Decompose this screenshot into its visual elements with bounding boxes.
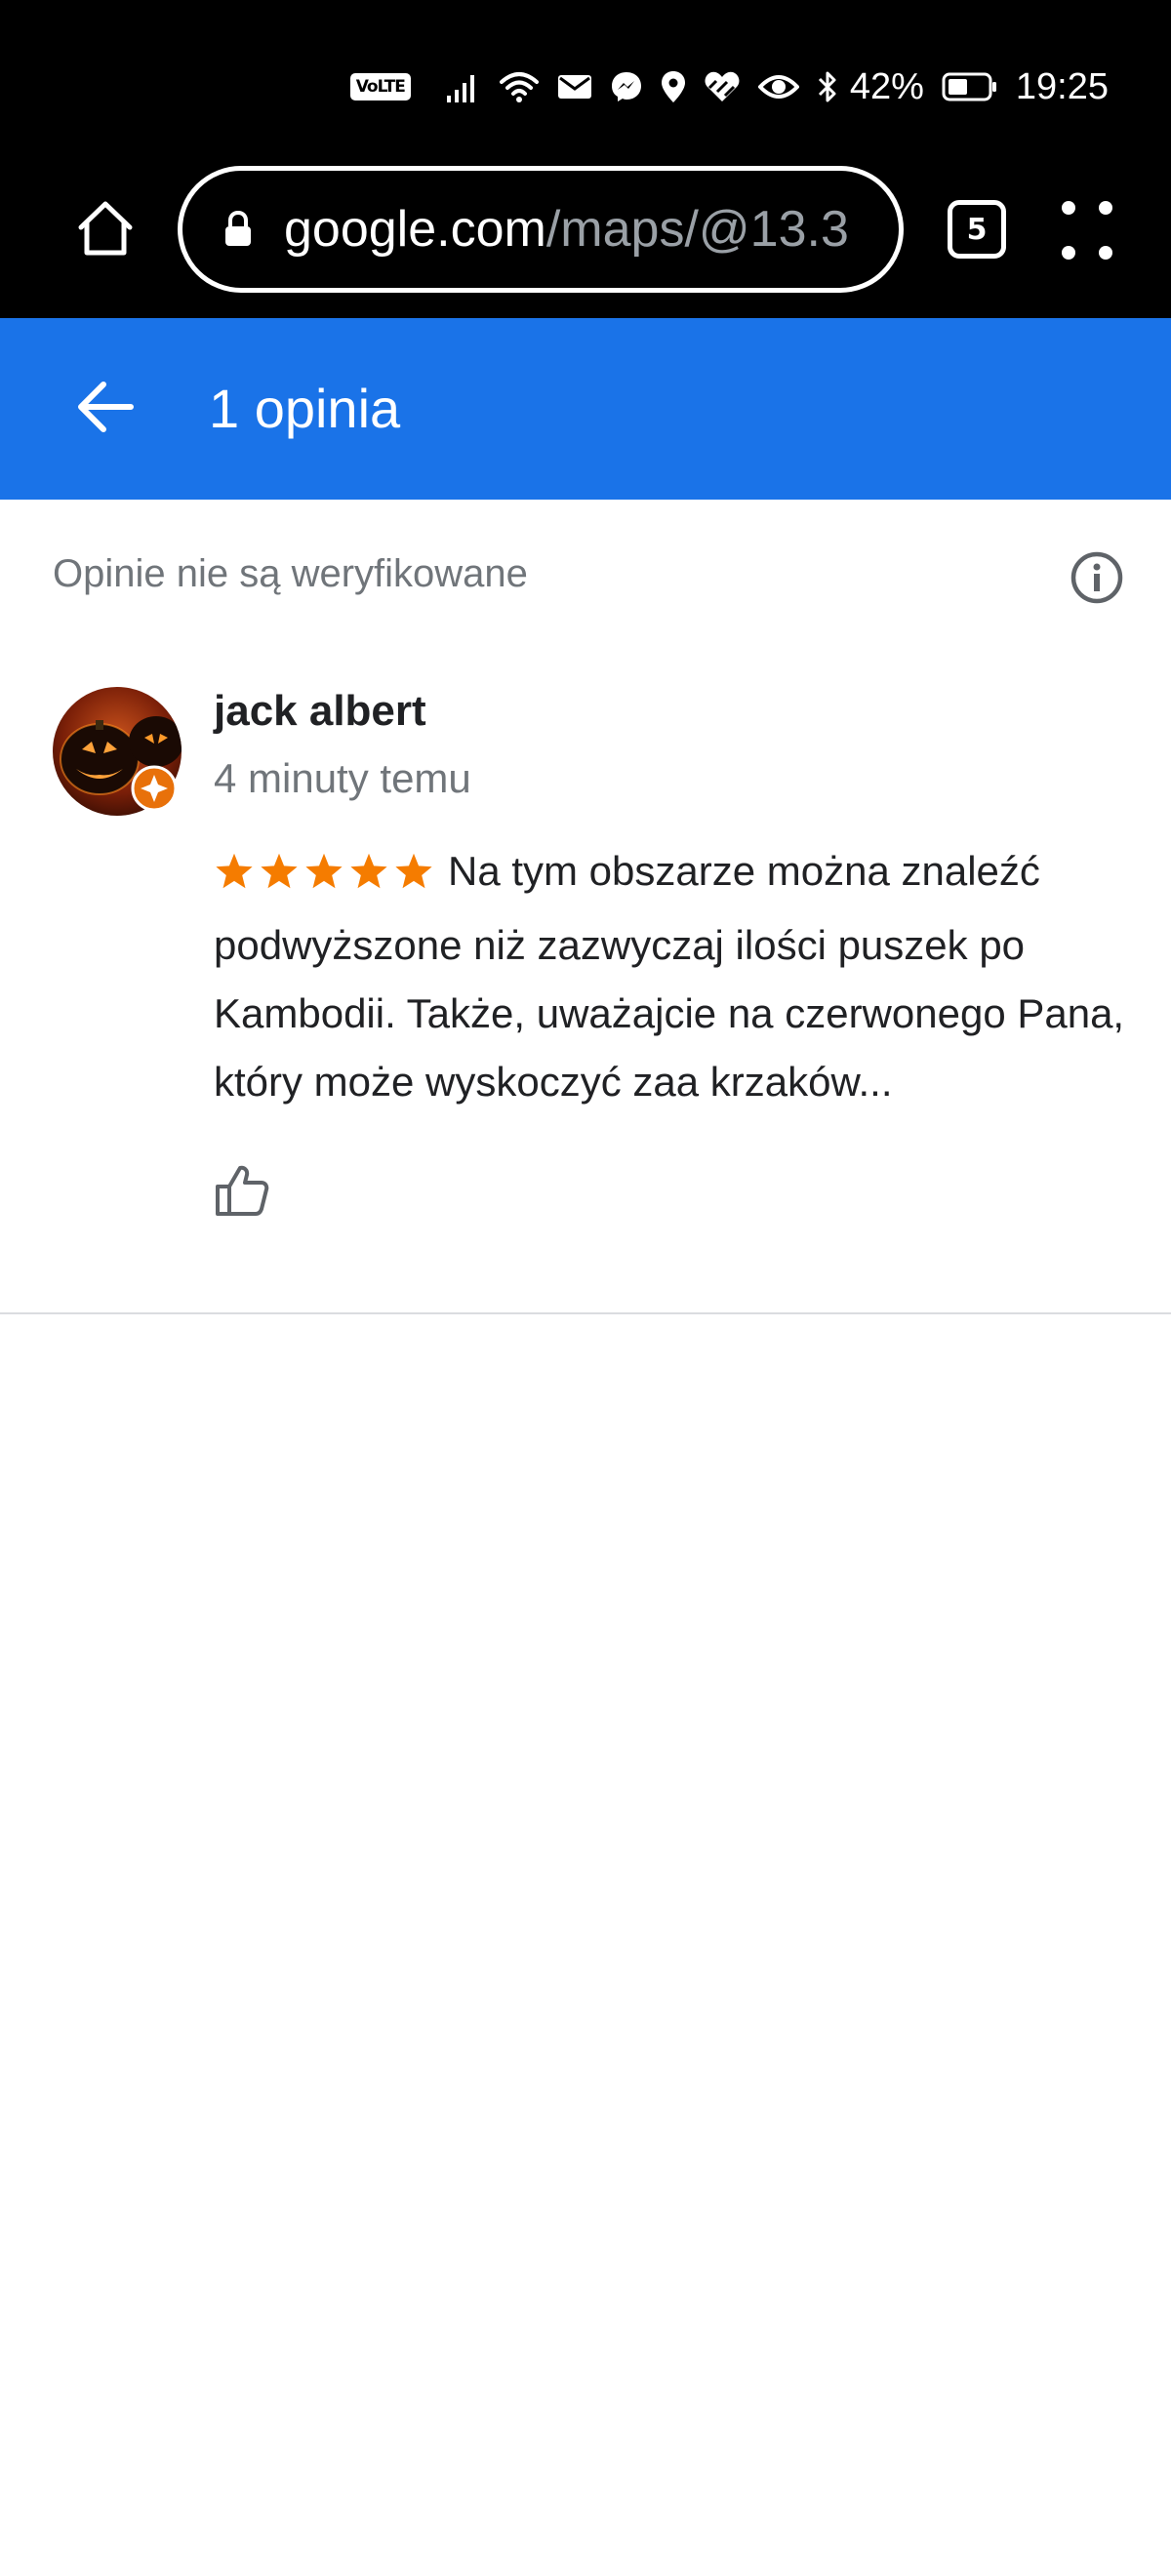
reviews-header: 1 opinia	[0, 318, 1171, 500]
browser-toolbar: google.com/maps/@13.3 5	[0, 156, 1171, 318]
location-icon	[661, 70, 686, 103]
star-rating	[214, 843, 434, 911]
reviewer-name[interactable]: jack albert	[214, 687, 426, 736]
wifi-icon	[499, 70, 540, 103]
bluetooth-icon	[817, 69, 838, 104]
unverified-notice: Opinie nie są weryfikowane	[53, 552, 528, 595]
clock: 19:25	[1015, 65, 1109, 107]
eye-comfort-icon	[757, 72, 799, 101]
review-body: Na tym obszarze można znaleźć podwyższon…	[214, 837, 1131, 1116]
battery-icon	[942, 72, 998, 101]
review-time: 4 minuty temu	[214, 755, 471, 801]
like-button[interactable]	[211, 1161, 273, 1224]
lock-icon	[223, 211, 253, 248]
star-icon	[348, 843, 389, 911]
star-icon	[393, 843, 434, 911]
home-icon	[75, 198, 136, 263]
huawei-health-icon	[704, 70, 741, 103]
page-title: 1 opinia	[209, 378, 401, 439]
volte-indicator: VoLTE	[349, 73, 411, 101]
back-arrow-icon	[76, 380, 135, 439]
info-icon	[1070, 551, 1124, 609]
divider	[0, 1312, 1171, 1314]
mail-icon	[557, 73, 592, 101]
messenger-icon	[610, 70, 643, 103]
home-button[interactable]	[70, 195, 141, 265]
back-button[interactable]	[68, 372, 142, 446]
tab-count: 5	[966, 212, 988, 247]
reviewer-avatar[interactable]	[53, 687, 182, 816]
tab-switcher-button[interactable]: 5	[948, 200, 1006, 259]
more-menu-button[interactable]	[1062, 201, 1112, 260]
thumbs-up-icon	[214, 1163, 270, 1223]
url-host: google.com	[284, 201, 546, 258]
star-icon	[214, 843, 255, 911]
info-button[interactable]	[1070, 550, 1124, 605]
signal-icon	[446, 70, 481, 103]
url-path: /maps/@13.3	[545, 201, 849, 258]
status-icons: VoLTE 42% 19:25	[349, 64, 1109, 109]
star-icon	[303, 843, 344, 911]
star-icon	[259, 843, 300, 911]
status-bar: VoLTE 42% 19:25	[0, 0, 1171, 156]
url-text: google.com/maps/@13.3	[284, 200, 849, 259]
battery-percent: 42%	[849, 65, 924, 107]
address-bar[interactable]: google.com/maps/@13.3	[178, 166, 904, 293]
